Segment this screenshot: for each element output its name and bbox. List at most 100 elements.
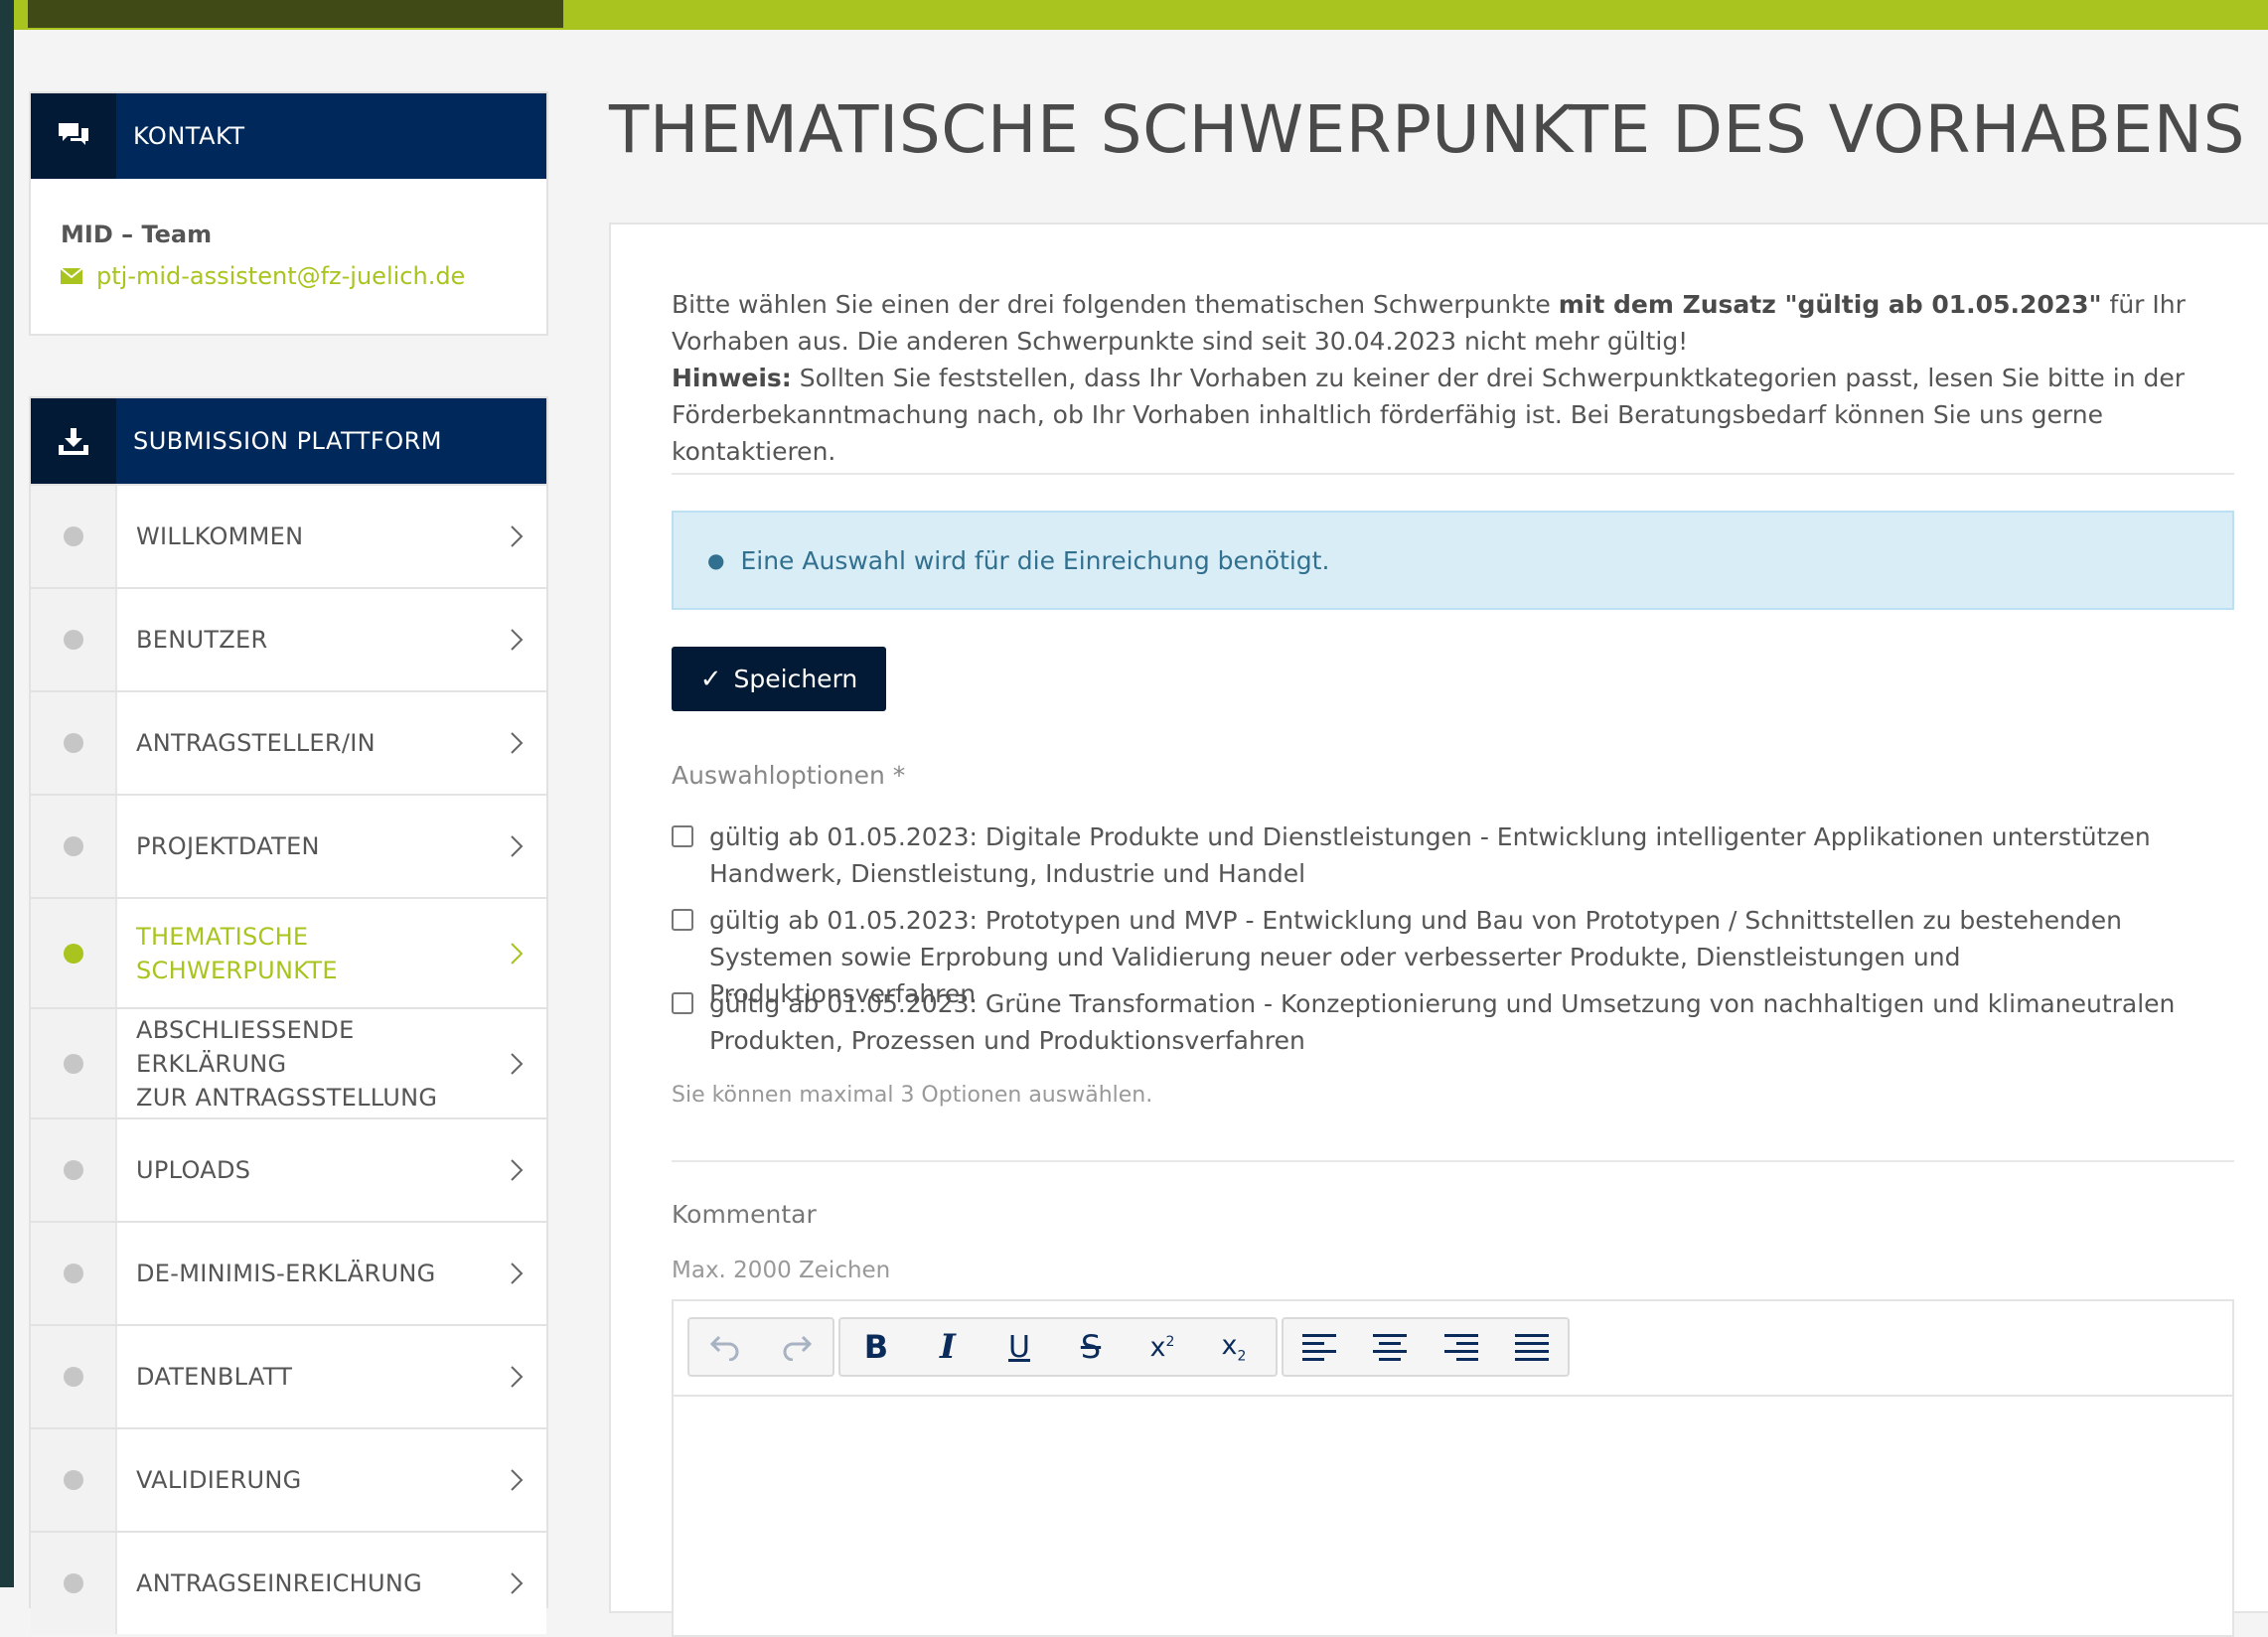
align-right-icon[interactable] bbox=[1426, 1319, 1497, 1375]
nav-item-antragseinreichung[interactable]: ANTRAGSEINREICHUNG bbox=[31, 1531, 546, 1634]
status-dot bbox=[63, 1367, 83, 1387]
top-bar bbox=[14, 0, 2268, 30]
toolbar-group-format: B I U S x2 x2 bbox=[838, 1317, 1278, 1377]
status-dot bbox=[63, 1264, 83, 1283]
option-item: gültig ab 01.05.2023: Digitale Produkte … bbox=[672, 818, 2234, 892]
nav-item-label: PROJEKTDATEN bbox=[136, 832, 320, 860]
contact-panel-title: KONTAKT bbox=[133, 122, 245, 150]
toolbar-group-history bbox=[687, 1317, 834, 1377]
status-dot bbox=[63, 1160, 83, 1180]
comment-label: Kommentar bbox=[672, 1200, 817, 1229]
chevron-right-icon bbox=[487, 1119, 546, 1221]
chevron-right-icon bbox=[487, 692, 546, 794]
nav-item-benutzer[interactable]: BENUTZER bbox=[31, 587, 546, 690]
chat-bubbles-icon bbox=[31, 93, 116, 179]
comment-hint: Max. 2000 Zeichen bbox=[672, 1258, 891, 1283]
top-bar-tip bbox=[14, 0, 28, 28]
top-bar-dark-segment bbox=[28, 0, 563, 28]
nav-item-datenblatt[interactable]: DATENBLATT bbox=[31, 1324, 546, 1427]
bold-icon[interactable]: B bbox=[840, 1319, 912, 1375]
left-edge-strip bbox=[0, 0, 14, 1587]
nav-item-label: UPLOADS bbox=[136, 1156, 251, 1184]
status-dot bbox=[63, 733, 83, 753]
align-justify-icon[interactable] bbox=[1497, 1319, 1569, 1375]
chevron-right-icon bbox=[487, 1533, 546, 1634]
option-item: gültig ab 01.05.2023: Grüne Transformati… bbox=[672, 985, 2234, 1059]
nav-item-label: THEMATISCHE SCHWERPUNKTE bbox=[136, 922, 338, 984]
validation-alert: ● Eine Auswahl wird für die Einreichung … bbox=[672, 511, 2234, 610]
nav-item-uploads[interactable]: UPLOADS bbox=[31, 1117, 546, 1221]
nav-item-thematische-schwerpunkte[interactable]: THEMATISCHE SCHWERPUNKTE bbox=[31, 897, 546, 1007]
nav-item-label: ANTRAGSTELLER/IN bbox=[136, 729, 376, 757]
nav-item-de-minimis[interactable]: DE-MINIMIS-ERKLÄRUNG bbox=[31, 1221, 546, 1324]
checkmark-icon: ✓ bbox=[699, 664, 722, 694]
intro-text: Bitte wählen Sie einen der drei folgende… bbox=[672, 290, 2186, 466]
editor-toolbar: B I U S x2 x2 bbox=[674, 1301, 2232, 1397]
envelope-icon bbox=[61, 268, 82, 284]
chevron-right-icon bbox=[487, 486, 546, 587]
divider bbox=[672, 473, 2234, 475]
hint-label: Hinweis: bbox=[672, 364, 792, 392]
chevron-right-icon bbox=[487, 796, 546, 897]
status-dot bbox=[63, 526, 83, 546]
nav-item-label: BENUTZER bbox=[136, 626, 268, 654]
chevron-right-icon bbox=[487, 1429, 546, 1531]
submission-panel-header: SUBMISSION PLATTFORM bbox=[31, 398, 546, 484]
nav-item-willkommen[interactable]: WILLKOMMEN bbox=[31, 484, 546, 587]
superscript-icon[interactable]: x2 bbox=[1127, 1319, 1198, 1375]
save-button[interactable]: ✓ Speichern bbox=[672, 647, 886, 711]
nav-item-label: VALIDIERUNG bbox=[136, 1466, 302, 1494]
chevron-right-icon bbox=[487, 1326, 546, 1427]
submission-panel-title: SUBMISSION PLATTFORM bbox=[133, 427, 442, 455]
status-dot bbox=[63, 630, 83, 650]
download-icon bbox=[31, 398, 116, 484]
nav-item-label: DATENBLATT bbox=[136, 1363, 293, 1391]
chevron-right-icon bbox=[487, 1009, 546, 1117]
status-dot bbox=[63, 1470, 83, 1490]
undo-icon[interactable] bbox=[689, 1319, 761, 1375]
toolbar-group-align bbox=[1282, 1317, 1570, 1377]
option-checkbox[interactable] bbox=[672, 992, 693, 1014]
nav-item-label: ANTRAGSEINREICHUNG bbox=[136, 1569, 422, 1597]
subscript-icon[interactable]: x2 bbox=[1198, 1319, 1270, 1375]
option-label[interactable]: gültig ab 01.05.2023: Digitale Produkte … bbox=[709, 818, 2234, 892]
chevron-right-icon bbox=[487, 1223, 546, 1324]
status-dot bbox=[63, 1053, 83, 1074]
nav-item-validierung[interactable]: VALIDIERUNG bbox=[31, 1427, 546, 1531]
contact-email-text: ptj-mid-assistent@fz-juelich.de bbox=[96, 262, 466, 290]
bullet-icon: ● bbox=[707, 548, 725, 572]
comment-textarea[interactable] bbox=[674, 1397, 2232, 1635]
redo-icon[interactable] bbox=[761, 1319, 832, 1375]
chevron-right-icon bbox=[487, 899, 546, 1007]
nav-item-label: DE-MINIMIS-ERKLÄRUNG bbox=[136, 1260, 436, 1287]
status-dot bbox=[63, 1573, 83, 1593]
align-center-icon[interactable] bbox=[1355, 1319, 1427, 1375]
submission-panel: SUBMISSION PLATTFORM WILLKOMMEN BENUTZER… bbox=[29, 396, 548, 1634]
contact-panel-header: KONTAKT bbox=[31, 93, 546, 179]
align-left-icon[interactable] bbox=[1284, 1319, 1355, 1375]
options-hint: Sie können maximal 3 Optionen auswählen. bbox=[672, 1083, 1153, 1108]
nav-item-label: WILLKOMMEN bbox=[136, 522, 304, 550]
contact-team-name: MID – Team bbox=[61, 221, 213, 248]
divider bbox=[672, 1160, 2234, 1162]
page-title: THEMATISCHE SCHWERPUNKTE DES VORHABENS bbox=[609, 91, 2245, 168]
option-label[interactable]: gültig ab 01.05.2023: Grüne Transformati… bbox=[709, 985, 2234, 1059]
italic-icon[interactable]: I bbox=[912, 1319, 983, 1375]
chevron-right-icon bbox=[487, 589, 546, 690]
status-dot bbox=[63, 836, 83, 856]
nav-item-label: ABSCHLIESSENDE ERKLÄRUNG ZUR ANTRAGSSTELL… bbox=[136, 1015, 438, 1112]
nav-item-projektdaten[interactable]: PROJEKTDATEN bbox=[31, 794, 546, 897]
validation-alert-text: Eine Auswahl wird für die Einreichung be… bbox=[740, 545, 1330, 575]
comment-editor: B I U S x2 x2 bbox=[672, 1299, 2234, 1637]
contact-panel: KONTAKT MID – Team ptj-mid-assistent@fz-… bbox=[29, 91, 548, 336]
form-card: Bitte wählen Sie einen der drei folgende… bbox=[609, 223, 2268, 1637]
underline-icon[interactable]: U bbox=[983, 1319, 1055, 1375]
option-checkbox[interactable] bbox=[672, 825, 693, 847]
options-label: Auswahloptionen * bbox=[672, 761, 906, 790]
strikethrough-icon[interactable]: S bbox=[1055, 1319, 1127, 1375]
nav-item-abschliessende-erklaerung[interactable]: ABSCHLIESSENDE ERKLÄRUNG ZUR ANTRAGSSTELL… bbox=[31, 1007, 546, 1117]
nav-item-antragsteller[interactable]: ANTRAGSTELLER/IN bbox=[31, 690, 546, 794]
contact-email-link[interactable]: ptj-mid-assistent@fz-juelich.de bbox=[61, 262, 517, 290]
option-checkbox[interactable] bbox=[672, 909, 693, 931]
status-dot-active bbox=[63, 943, 83, 964]
